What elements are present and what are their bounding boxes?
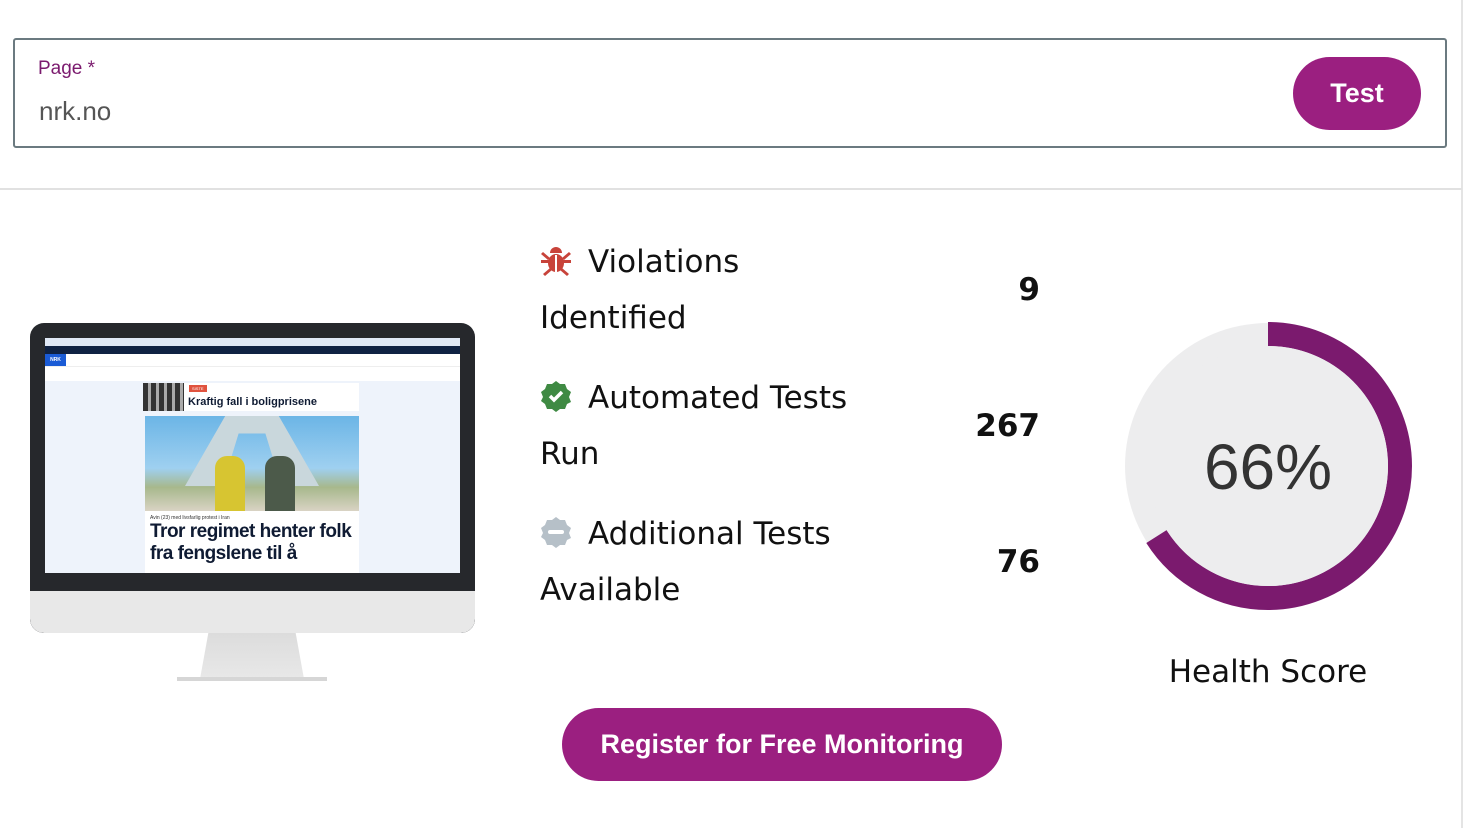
minus-badge-icon: [541, 517, 571, 548]
violations-count: 9: [1018, 272, 1040, 308]
article-headline: Tror regimet henter folk fra fengslene t…: [150, 521, 352, 564]
stat-automated-tests: Automated Tests Run: [540, 380, 848, 472]
stat-additional-tests: Additional Tests Available: [540, 516, 831, 608]
stat-violations: Violations Identified: [540, 244, 740, 336]
test-button[interactable]: Test: [1293, 57, 1421, 130]
siste-badge: SISTE: [189, 385, 207, 392]
article-image: [145, 416, 359, 511]
additional-tests-count: 76: [996, 544, 1040, 580]
website-preview-monitor: NRK SISTE Kraftig fall i boligprisene Av…: [30, 323, 475, 683]
divider: [0, 188, 1462, 190]
check-badge-icon: [541, 381, 571, 412]
nrk-logo: NRK: [45, 354, 66, 366]
register-monitoring-button[interactable]: Register for Free Monitoring: [562, 708, 1002, 781]
health-score-label: Health Score: [1168, 654, 1368, 690]
page-field[interactable]: Page *: [13, 38, 1447, 148]
breaking-headline: Kraftig fall i boligprisene: [188, 395, 317, 408]
health-score-value: 66%: [1203, 431, 1333, 503]
page-field-label: Page *: [38, 58, 96, 79]
right-border: [1461, 0, 1463, 828]
website-screenshot: NRK SISTE Kraftig fall i boligprisene Av…: [45, 338, 460, 573]
automated-tests-count: 267: [975, 408, 1040, 444]
bug-icon: [541, 247, 571, 276]
page-input[interactable]: [39, 96, 939, 127]
